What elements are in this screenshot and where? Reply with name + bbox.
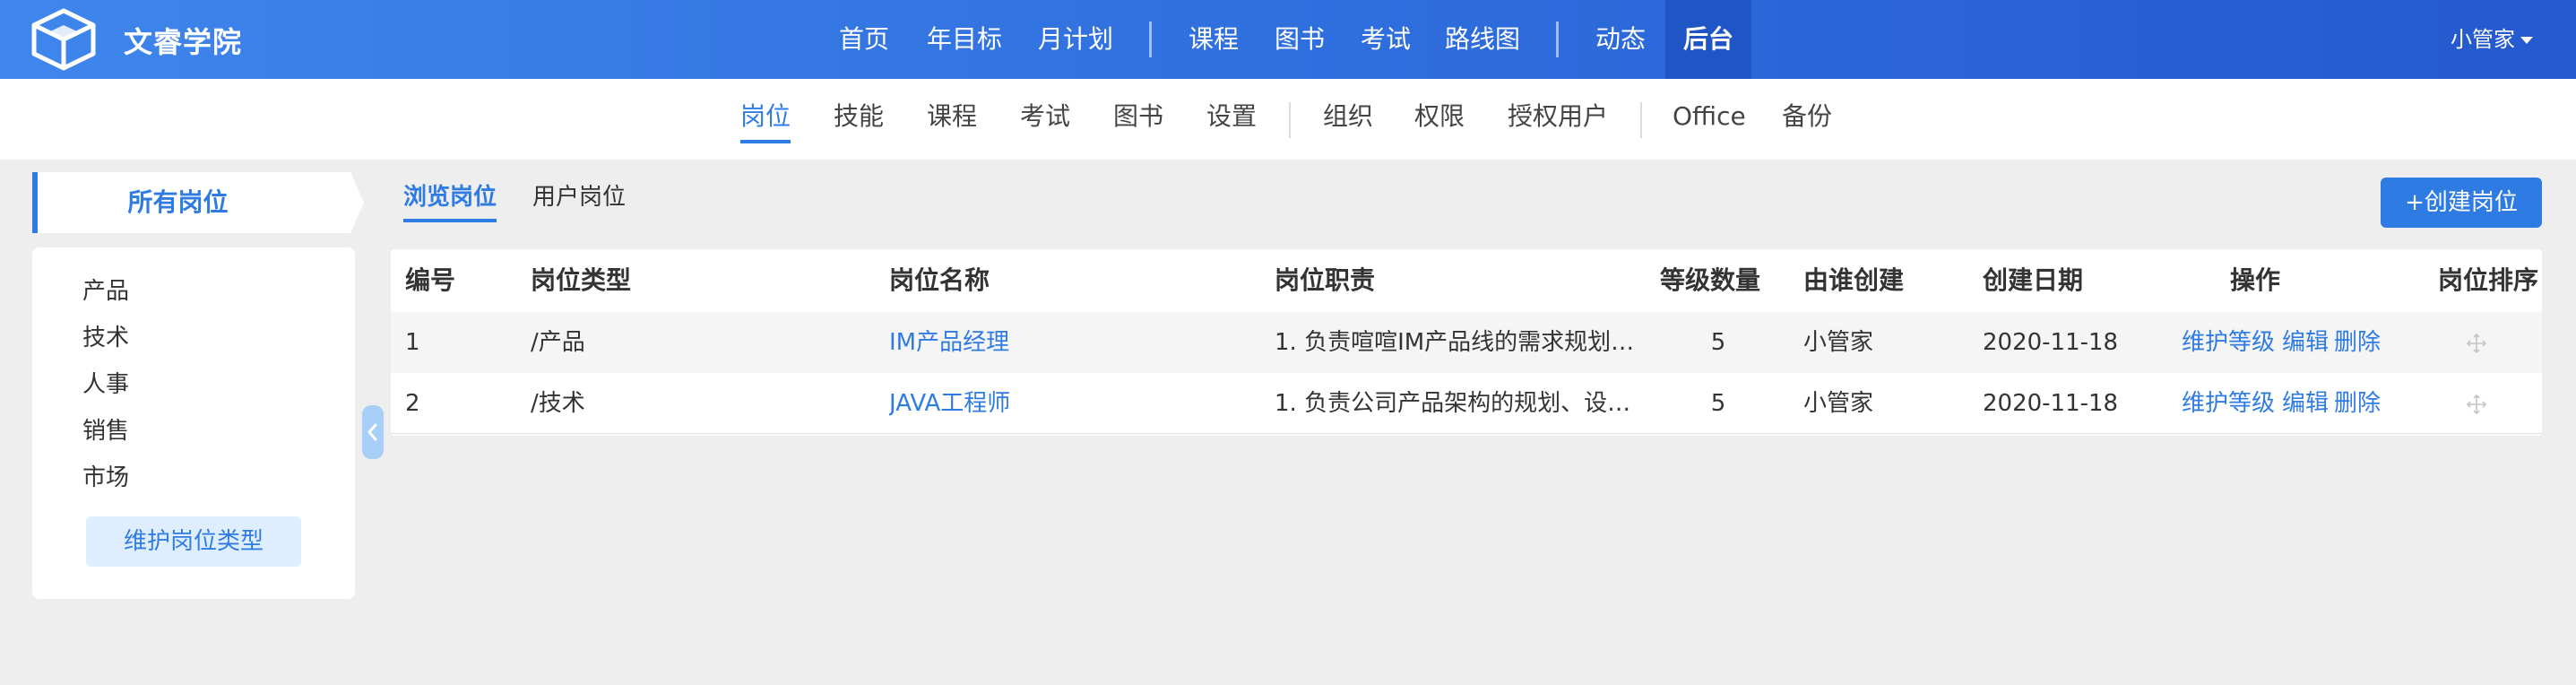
sidebar-item-product[interactable]: 产品 [82,273,129,306]
tab-browse-positions[interactable]: 浏览岗位 [403,172,497,222]
nav-divider [1556,22,1559,57]
column-header-levels: 等级数量 [1660,265,1761,295]
table-row: 1 /产品 IM产品经理 1. 负责喧喧IM产品线的需求规划… 5 小管家 20… [391,312,2542,373]
sidebar-item-sales[interactable]: 销售 [82,412,129,446]
cell-id: 1 [405,329,420,356]
cell-type: /技术 [531,390,585,417]
nav-year-goal[interactable]: 年目标 [927,0,1002,79]
caret-down-icon [2520,37,2533,44]
position-name-link[interactable]: IM产品经理 [889,312,1009,373]
cell-levels: 5 [1710,390,1726,417]
subnav-positions[interactable]: 岗位 [740,79,791,160]
sidebar-item-hr[interactable]: 人事 [82,366,129,399]
nav-activity[interactable]: 动态 [1595,0,1646,79]
cell-type: /产品 [531,329,585,356]
maintain-position-types-button[interactable]: 维护岗位类型 [86,516,301,567]
maintain-levels-link[interactable]: 维护等级 [2182,312,2275,373]
subnav-permissions[interactable]: 权限 [1414,79,1465,160]
subnav-backup[interactable]: 备份 [1782,79,1832,160]
sidebar-item-marketing[interactable]: 市场 [82,459,129,492]
cell-duty: 1. 负责公司产品架构的规划、设… [1275,390,1631,417]
nav-books[interactable]: 图书 [1275,0,1325,79]
user-name: 小管家 [2451,27,2515,52]
subnav-divider [1640,102,1642,138]
maintain-levels-link[interactable]: 维护等级 [2182,373,2275,434]
cell-id: 2 [405,390,420,417]
sidebar-title: 所有岗位 [127,187,229,217]
sidebar-all-positions[interactable]: 所有岗位 [32,172,364,233]
nav-divider [1149,22,1152,57]
column-header-sort: 岗位排序 [2438,265,2539,295]
subnav-divider [1289,102,1291,138]
create-position-button[interactable]: +创建岗位 [2381,178,2542,228]
position-type-list: 产品 技术 人事 销售 市场 维护岗位类型 [32,247,355,599]
subnav-skills[interactable]: 技能 [834,79,884,160]
drag-handle-icon[interactable] [2467,395,2486,414]
cell-creator: 小管家 [1803,390,1874,417]
nav-month-plan[interactable]: 月计划 [1038,0,1113,79]
edit-link[interactable]: 编辑 [2282,373,2329,434]
top-navbar: 文睿学院 首页 年目标 月计划 课程 图书 考试 路线图 动态 后台 小管家 [0,0,2576,79]
admin-subnav: 岗位 技能 课程 考试 图书 设置 组织 权限 授权用户 Office 备份 [0,79,2576,160]
subnav-authorized-users[interactable]: 授权用户 [1508,79,1608,160]
edit-link[interactable]: 编辑 [2282,312,2329,373]
cell-levels: 5 [1710,329,1726,356]
brand-name[interactable]: 文睿学院 [124,20,242,61]
nav-roadmap[interactable]: 路线图 [1445,0,1520,79]
delete-link[interactable]: 删除 [2334,373,2381,434]
subnav-exams[interactable]: 考试 [1020,79,1070,160]
positions-table: 编号 岗位类型 岗位名称 岗位职责 等级数量 由谁创建 创建日期 操作 岗位排序… [391,249,2542,436]
column-header-id: 编号 [405,265,456,295]
chevron-left-icon [367,423,377,441]
subnav-settings[interactable]: 设置 [1206,79,1257,160]
drag-handle-icon[interactable] [2467,334,2486,353]
sidebar-collapse-button[interactable] [362,405,384,459]
table-row: 2 /技术 JAVA工程师 1. 负责公司产品架构的规划、设… 5 小管家 20… [391,373,2542,434]
subnav-books[interactable]: 图书 [1113,79,1163,160]
cell-date: 2020-11-18 [1983,329,2119,356]
subnav-organization[interactable]: 组织 [1323,79,1373,160]
column-header-actions: 操作 [2229,265,2280,295]
cell-creator: 小管家 [1803,329,1874,356]
position-name-link[interactable]: JAVA工程师 [889,373,1010,434]
nav-exams[interactable]: 考试 [1361,0,1411,79]
nav-home[interactable]: 首页 [839,0,889,79]
cell-duty: 1. 负责喧喧IM产品线的需求规划… [1275,329,1635,356]
column-header-creator: 由谁创建 [1803,265,1905,295]
user-menu[interactable]: 小管家 [2451,0,2533,79]
logo-cube-icon[interactable] [29,7,99,72]
nav-admin[interactable]: 后台 [1665,0,1751,79]
sidebar-item-tech[interactable]: 技术 [82,319,129,352]
subnav-courses[interactable]: 课程 [927,79,977,160]
cell-date: 2020-11-18 [1983,390,2119,417]
subnav-office[interactable]: Office [1673,79,1746,160]
delete-link[interactable]: 删除 [2334,312,2381,373]
nav-courses[interactable]: 课程 [1189,0,1239,79]
column-header-date: 创建日期 [1983,265,2084,295]
tab-user-positions[interactable]: 用户岗位 [532,172,626,222]
column-header-name: 岗位名称 [889,265,990,295]
column-header-type: 岗位类型 [531,265,632,295]
column-header-duty: 岗位职责 [1275,265,1376,295]
